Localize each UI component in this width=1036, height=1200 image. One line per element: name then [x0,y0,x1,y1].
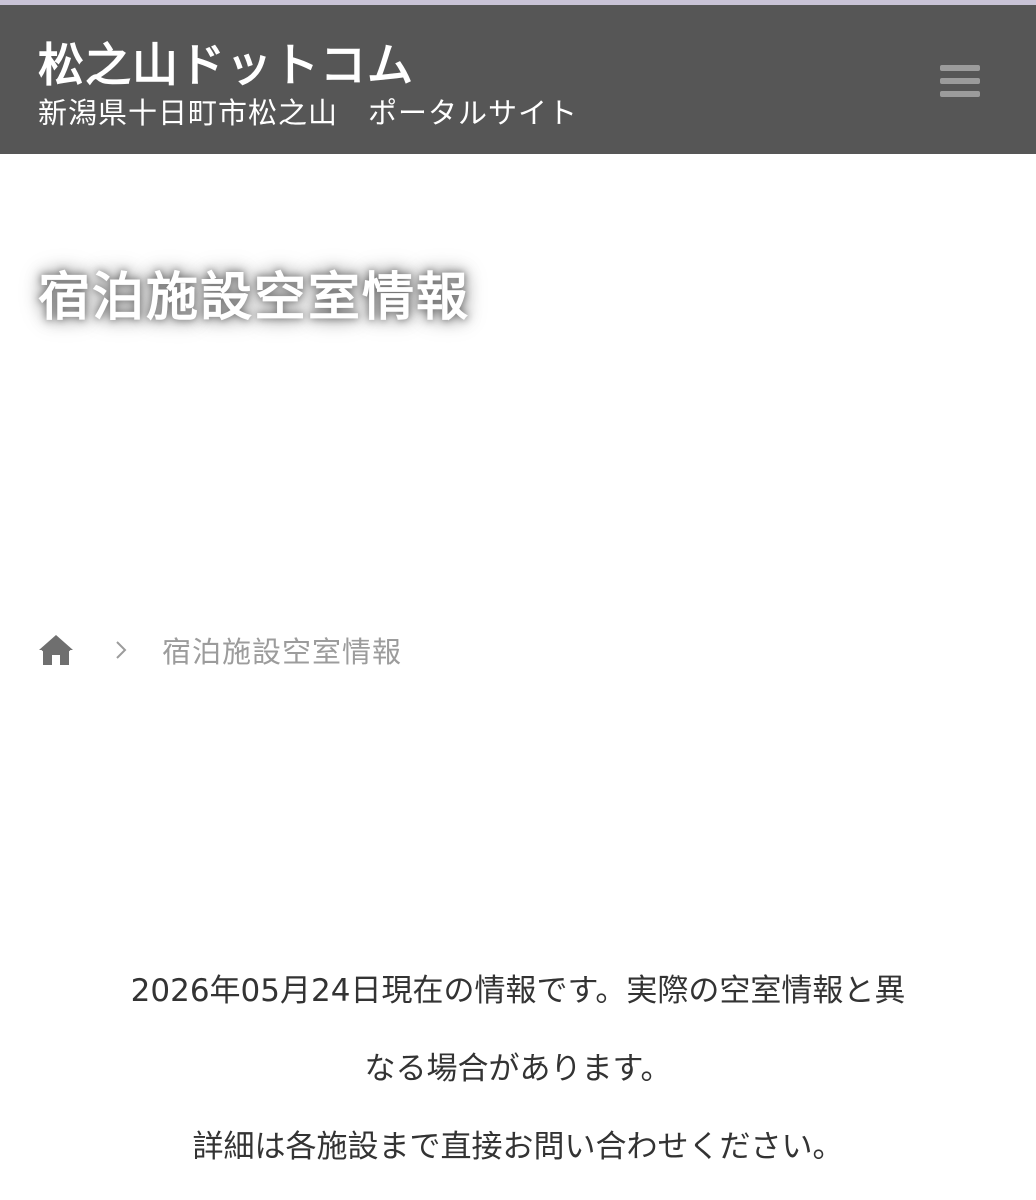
home-icon [39,635,73,665]
menu-button[interactable] [940,63,980,99]
chevron-right-icon [116,641,127,659]
breadcrumb: 宿泊施設空室情報 [38,626,402,674]
breadcrumb-current: 宿泊施設空室情報 [162,635,403,669]
notice-line-3: 詳細は各施設まで直接お問い合わせください。 [192,1129,844,1165]
hamburger-menu-icon [940,65,980,97]
site-subtitle: 新潟県十日町市松之山 ポータルサイト [38,96,579,130]
availability-notice: 2026年05月24日現在の情報です。実際の空室情報と異 なる場合があります。 … [70,952,966,1186]
breadcrumb-home-link[interactable] [38,633,74,667]
page-title: 宿泊施設空室情報 [38,268,471,328]
site-header: 松之山ドットコム 新潟県十日町市松之山 ポータルサイト [0,5,1036,154]
notice-line-1: 2026年05月24日現在の情報です。実際の空室情報と異 [130,973,906,1009]
notice-line-2: なる場合があります。 [364,1051,672,1087]
site-title[interactable]: 松之山ドットコム [38,37,414,93]
